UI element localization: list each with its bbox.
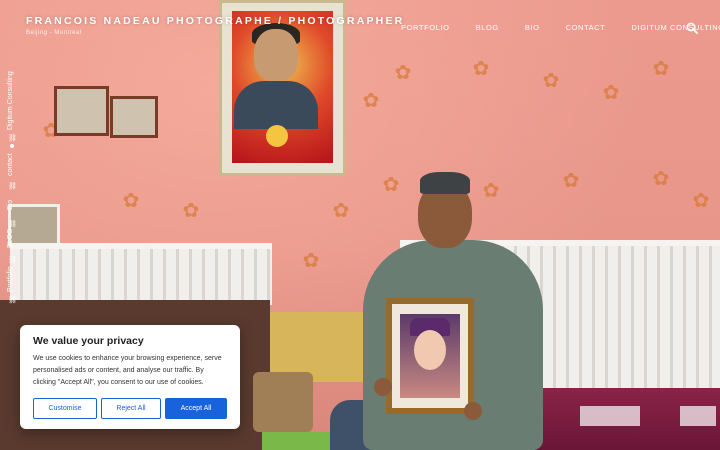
- nav-bio[interactable]: BIO: [525, 23, 540, 32]
- nav-contact[interactable]: CONTACT: [566, 23, 606, 32]
- sidebar-item-blog[interactable]: BLOG: [7, 229, 14, 248]
- wallpaper-flower: ✿: [332, 200, 350, 222]
- wallpaper-flower: ✿: [362, 90, 380, 112]
- wallpaper-flower: ✿: [122, 190, 140, 212]
- hand: [464, 402, 482, 420]
- wallpaper-flower: ✿: [562, 170, 580, 192]
- wallpaper-flower: ✿: [602, 82, 620, 104]
- link-icon: ⛓: [8, 257, 17, 264]
- search-icon[interactable]: [686, 22, 698, 34]
- cookie-body: We use cookies to enhance your browsing …: [33, 355, 222, 386]
- radiator-left: [10, 243, 272, 305]
- wallpaper-flower: ✿: [182, 200, 200, 222]
- held-portrait: [386, 298, 474, 414]
- hand: [374, 378, 392, 396]
- sidebar-item-digitum-consulting[interactable]: Digitum Consulting: [7, 71, 14, 130]
- wallpaper-flower: ✿: [692, 190, 710, 212]
- cookie-title: We value your privacy: [33, 335, 144, 347]
- main-nav: PORTFOLIO BLOG BIO CONTACT DIGITUM CONSU…: [401, 23, 720, 32]
- site-subtitle: Beijing - Montreal: [26, 30, 82, 36]
- wallpaper-flower: ✿: [652, 168, 670, 190]
- reject-all-button[interactable]: Reject All: [101, 398, 161, 419]
- wallpaper-flower: ✿: [472, 58, 490, 80]
- bag: [253, 372, 313, 432]
- wallpaper-flower: ✿: [382, 174, 400, 196]
- family-photo-frame: [110, 96, 158, 138]
- sidebar-item-contact[interactable]: contact: [7, 153, 14, 176]
- nav-blog[interactable]: BLOG: [476, 23, 499, 32]
- separator-dot: [10, 144, 14, 148]
- sidebar-item-bio[interactable]: Bio: [7, 200, 14, 210]
- man-cap: [420, 172, 470, 194]
- link-icon: ⛓: [8, 221, 17, 228]
- wallpaper-flower: ✿: [394, 62, 412, 84]
- family-photo-frame: [54, 86, 109, 136]
- link-icon: ⛓: [8, 297, 17, 304]
- vertical-sidebar: ⛓ Portfolio ⛓ BLOG ⛓ Bio ⛓ contact ⛓ Dig…: [7, 71, 19, 310]
- cookie-consent-dialog: We value your privacy We use cookies to …: [20, 325, 240, 429]
- link-icon: ⛓: [8, 183, 17, 190]
- wallpaper-flower: ✿: [302, 250, 320, 272]
- wallpaper-flower: ✿: [652, 58, 670, 80]
- cookie-buttons: Customise Reject All Accept All: [33, 398, 227, 419]
- wallpaper-flower: ✿: [482, 180, 500, 202]
- link-icon: ⛓: [8, 135, 17, 142]
- sidebar-item-portfolio[interactable]: Portfolio: [7, 266, 14, 292]
- accept-all-button[interactable]: Accept All: [165, 398, 227, 419]
- customise-button[interactable]: Customise: [33, 398, 97, 419]
- nav-digitum-consulting[interactable]: DIGITUM CONSULTING: [632, 23, 720, 32]
- wallpaper-flower: ✿: [542, 70, 560, 92]
- nav-portfolio[interactable]: PORTFOLIO: [401, 23, 450, 32]
- site-title[interactable]: FRANCOIS NADEAU PHOTOGRAPHE / PHOTOGRAPH…: [26, 15, 404, 27]
